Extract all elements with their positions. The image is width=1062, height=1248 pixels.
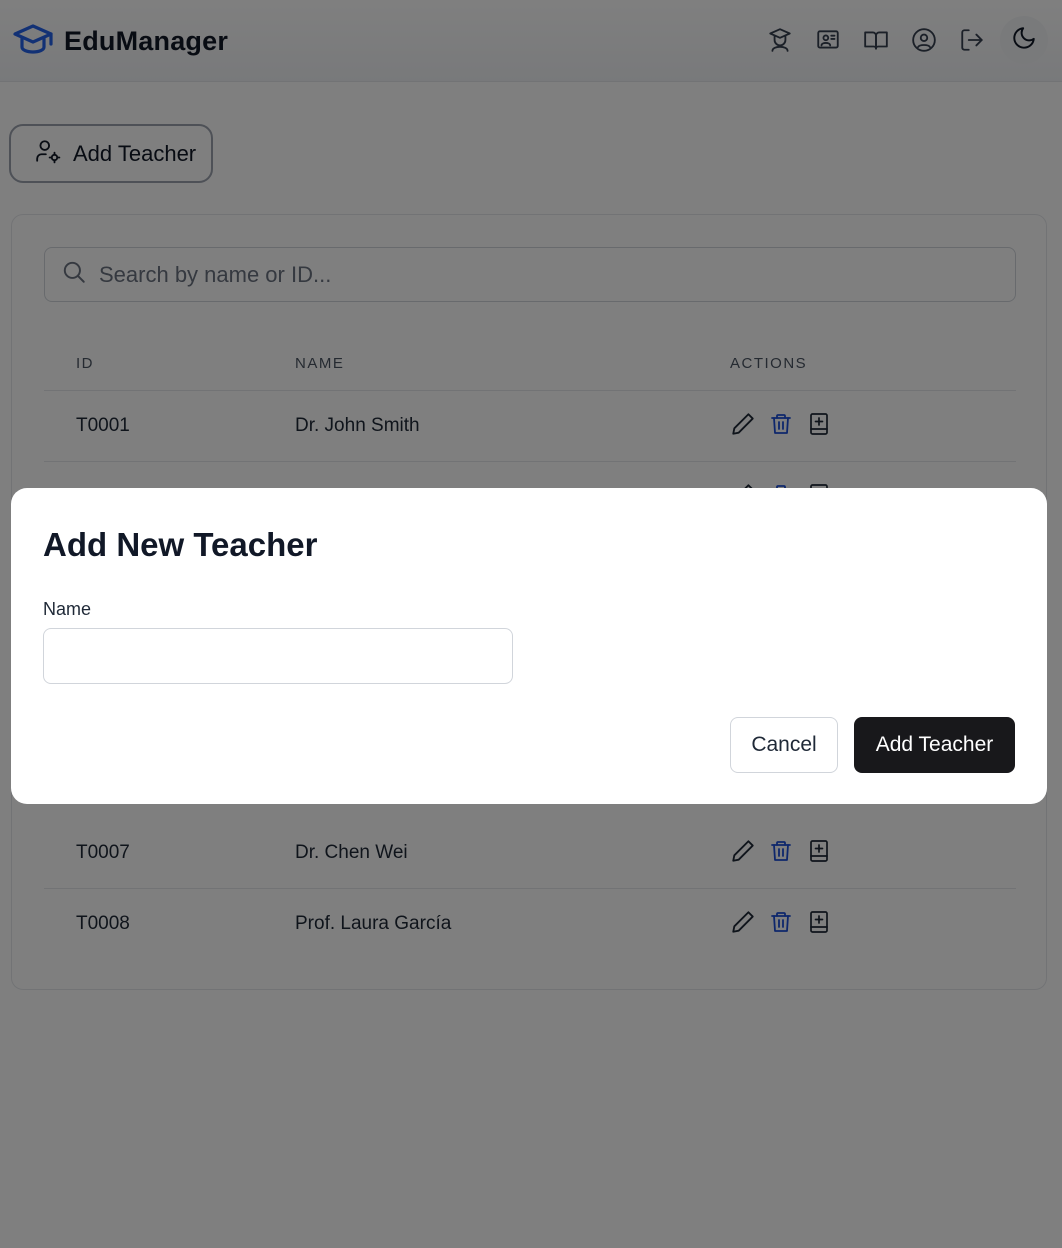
- submit-add-teacher-button[interactable]: Add Teacher: [854, 717, 1015, 773]
- dialog-title: Add New Teacher: [43, 526, 318, 563]
- cancel-button[interactable]: Cancel: [730, 717, 838, 773]
- name-label: Name: [43, 599, 92, 619]
- add-teacher-dialog: Add New Teacher Name Cancel Add Teacher: [11, 488, 1047, 804]
- name-input[interactable]: [43, 628, 513, 684]
